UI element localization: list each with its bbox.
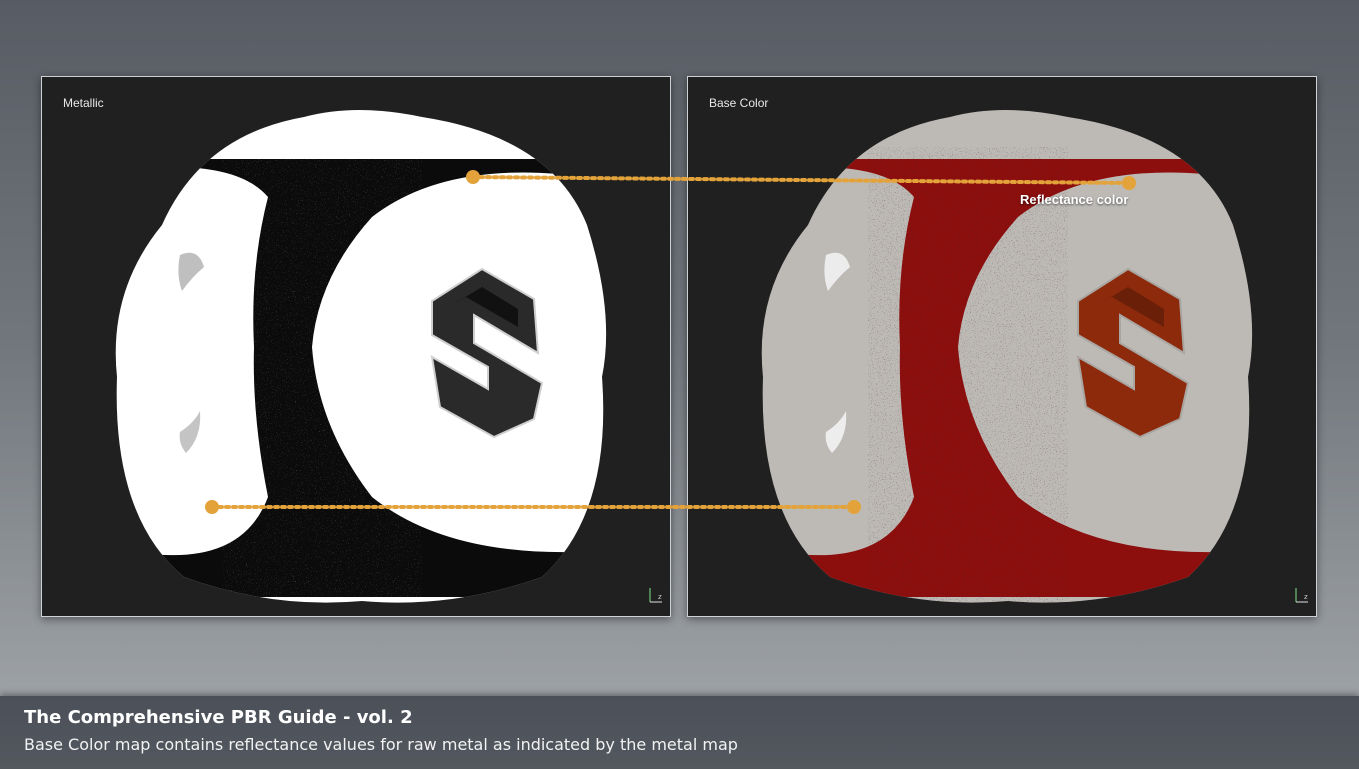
svg-text:z: z (1304, 593, 1308, 601)
metallic-viewport[interactable]: Metallic z (41, 76, 671, 617)
metallic-cube-render (115, 110, 607, 603)
caption-subtitle: Base Color map contains reflectance valu… (24, 735, 738, 754)
axis-gizmo-icon: z (649, 588, 662, 603)
base-color-cube-render (761, 110, 1253, 603)
axis-gizmo-icon: z (1295, 588, 1308, 603)
reflectance-callout-label: Reflectance color (1020, 192, 1129, 207)
metallic-viewport-label: Metallic (63, 96, 104, 110)
caption-title: The Comprehensive PBR Guide - vol. 2 (24, 707, 413, 728)
svg-text:z: z (658, 593, 662, 601)
base-color-viewport-label: Base Color (709, 96, 769, 110)
caption-bar: The Comprehensive PBR Guide - vol. 2 Bas… (0, 696, 1359, 769)
base-color-viewport[interactable]: Base Color z (687, 76, 1317, 617)
